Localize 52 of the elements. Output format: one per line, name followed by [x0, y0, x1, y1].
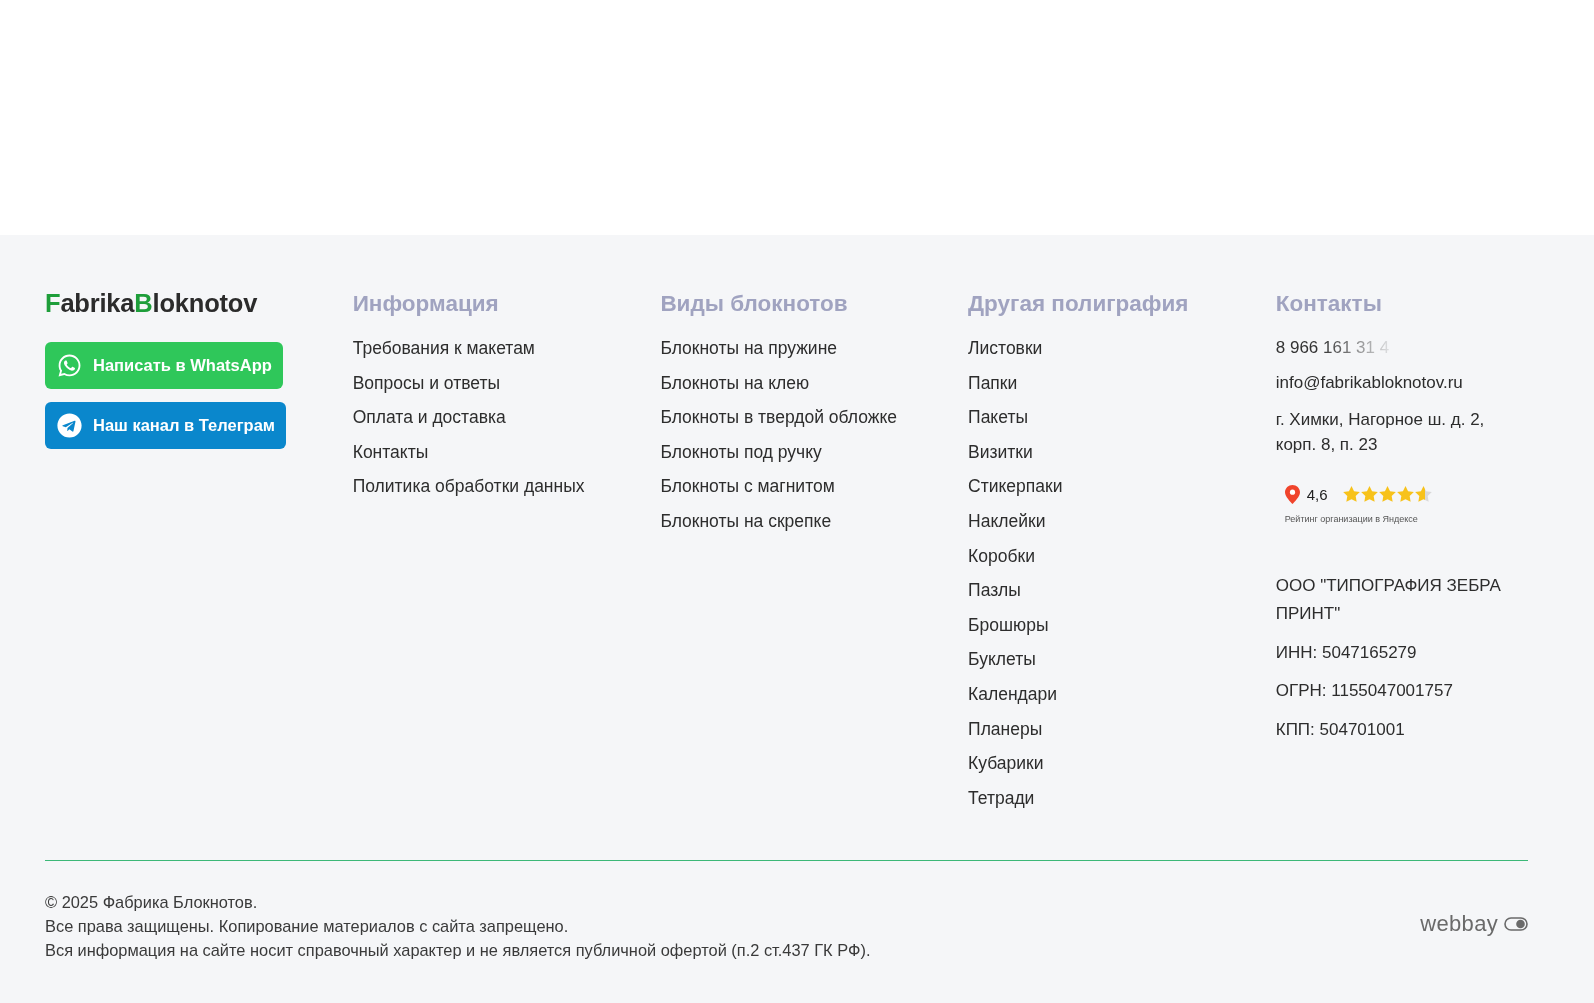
footer-link[interactable]: Контакты [352, 440, 429, 463]
star-icon [1414, 486, 1432, 502]
footer-link[interactable]: Пакеты [968, 406, 1028, 429]
footer-link[interactable]: Блокноты на скрепке [660, 509, 832, 532]
footer-link[interactable]: Наклейки [968, 509, 1046, 532]
footer-link[interactable]: Вопросы и ответы [352, 371, 501, 394]
footer-link[interactable]: Требования к макетам [352, 337, 535, 359]
company-detail: КПП: 504701001 [1275, 718, 1405, 741]
phone-bubble-icon [57, 353, 82, 378]
map-pin-icon [1284, 484, 1300, 504]
company-detail: ОГРН: 1155047001757 [1275, 680, 1453, 702]
footer-link[interactable]: Политика обработки данных [352, 475, 585, 498]
star-icon [1378, 486, 1396, 502]
company-name: ООО "ТИПОГРАФИЯ ЗЕБРА ПРИНТ" [1275, 575, 1502, 625]
footer-link[interactable]: Тетради [968, 786, 1035, 809]
email-link[interactable]: info@fabrikabloknotov.ru [1275, 372, 1463, 394]
copyright-text: Все права защищены. Копирование материалов с сайта запрещено. [45, 915, 569, 937]
column-heading: Контакты [1275, 291, 1382, 317]
column-heading: Информация [352, 291, 499, 317]
footer-link[interactable]: Кубарики [968, 752, 1044, 775]
footer-link[interactable]: Коробки [968, 544, 1035, 567]
paper-plane-icon [57, 413, 82, 438]
footer-link[interactable]: Блокноты с магнитом [660, 475, 835, 498]
column-heading: Другая полиграфия [968, 291, 1189, 317]
channel-button[interactable]: Наш канал в Телеграм [45, 402, 286, 449]
copyright-text: Вся информация на сайте носит справочный характер и не является публичной офертой (п.2 ст.437 ГК РФ). [45, 939, 871, 961]
footer-link[interactable]: Визитки [968, 440, 1033, 463]
footer-link[interactable]: Календари [968, 682, 1058, 705]
footer-link[interactable]: Оплата и доставка [352, 406, 506, 429]
toggle-icon [1504, 916, 1528, 931]
column-heading: Виды блокнотов [660, 291, 848, 317]
footer-link[interactable]: Брошюры [968, 613, 1049, 636]
footer-link[interactable]: Блокноты на клею [660, 371, 810, 394]
rating-value: 4,6 [1306, 485, 1328, 503]
rating-caption: Рейтинг организации в Яндексе [1284, 513, 1418, 525]
address-text: г. Химки, Нагорное ш. д. 2, корп. 8, п. 23 [1275, 409, 1486, 456]
footer-link[interactable]: Блокноты на пружине [660, 337, 838, 359]
footer-link[interactable]: Блокноты в твердой обложке [660, 406, 898, 429]
footer-link[interactable]: Буклеты [968, 648, 1036, 671]
footer-link[interactable]: Листовки [968, 337, 1043, 359]
star-icon [1360, 486, 1378, 502]
logo[interactable]: FabrikaBloknotov [45, 288, 258, 318]
copyright-text: © 2025 Фабрика Блокнотов. [45, 891, 258, 913]
star-icon [1342, 486, 1360, 502]
footer-link[interactable]: Планеры [968, 717, 1043, 740]
developer-link[interactable]: webbay [1420, 910, 1528, 937]
footer-link[interactable]: Блокноты под ручку [660, 440, 822, 463]
footer-link[interactable]: Стикерпаки [968, 475, 1063, 498]
footer-link[interactable]: Папки [968, 371, 1018, 394]
star-icon [1396, 486, 1414, 502]
company-detail: ИНН: 5047165279 [1275, 641, 1417, 664]
footer-link[interactable]: Пазлы [968, 579, 1021, 602]
